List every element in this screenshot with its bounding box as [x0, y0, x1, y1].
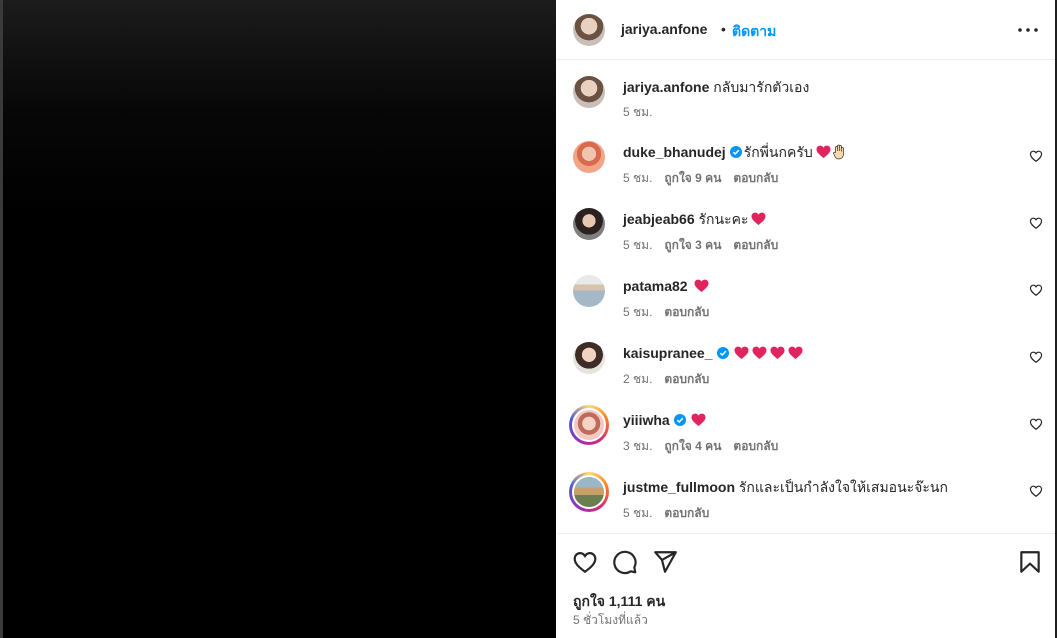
header-separator: • — [721, 21, 726, 37]
comment-meta: 5 ชม. ตอบกลับ — [623, 504, 721, 523]
red-heart-emoji — [694, 279, 709, 292]
comment-text: yiiiwha — [623, 411, 706, 429]
comment-likes[interactable]: ถูกใจ 3 คน — [664, 238, 721, 252]
story-ring-avatar — [572, 475, 606, 509]
comment-text: jeabjeab66 รักนะคะ — [623, 210, 766, 228]
comments-panel: jariya.anfone • ติดตาม jariya.anfone กลั… — [556, 0, 1055, 638]
caption-text: jariya.anfone กลับมารักตัวเอง — [623, 78, 809, 96]
reply-button[interactable]: ตอบกลับ — [733, 171, 778, 185]
more-options-icon[interactable] — [1016, 20, 1040, 40]
comment-time[interactable]: 5 ชม. — [623, 305, 652, 319]
reply-button[interactable]: ตอบกลับ — [664, 372, 709, 386]
comment-meta: 2 ชม. ตอบกลับ — [623, 370, 721, 389]
comment-like-icon[interactable] — [1029, 283, 1043, 297]
caption-body: กลับมารักตัวเอง — [713, 79, 810, 95]
comment-avatar[interactable] — [573, 208, 605, 240]
red-heart-emoji — [788, 346, 802, 359]
comment-meta: 5 ชม. ถูกใจ 9 คน ตอบกลับ — [623, 169, 790, 188]
comment-time[interactable]: 5 ชม. — [623, 171, 652, 185]
red-heart-emoji — [816, 145, 831, 158]
author-avatar[interactable] — [573, 14, 605, 46]
comment-like-icon[interactable] — [1029, 417, 1043, 431]
comment-username[interactable]: kaisupranee_ — [623, 345, 713, 361]
save-icon[interactable] — [1017, 549, 1043, 575]
like-icon[interactable] — [572, 549, 598, 575]
caption-time[interactable]: 5 ชม. — [623, 105, 652, 119]
author-username[interactable]: jariya.anfone — [621, 21, 707, 37]
comment-text: justme_fullmoon รักและเป็นกำลังใจให้เสมอ… — [623, 478, 948, 496]
red-heart-emoji — [691, 413, 706, 426]
verified-badge-icon — [673, 414, 686, 426]
comment-meta: 5 ชม. ถูกใจ 3 คน ตอบกลับ — [623, 236, 790, 255]
share-icon[interactable] — [652, 549, 678, 575]
comment-text: duke_bhanudej รักพี่นกครับ — [623, 143, 846, 161]
comment-icon[interactable] — [612, 549, 638, 575]
story-ring-avatar — [572, 408, 606, 442]
comment-time[interactable]: 5 ชม. — [623, 238, 652, 252]
reply-button[interactable]: ตอบกลับ — [664, 305, 709, 319]
caption-meta: 5 ชม. — [623, 103, 664, 122]
comment-time[interactable]: 2 ชม. — [623, 372, 652, 386]
comment-avatar[interactable] — [573, 141, 605, 173]
follow-button[interactable]: ติดตาม — [732, 21, 776, 43]
caption-username[interactable]: jariya.anfone — [623, 79, 709, 95]
caption-avatar[interactable] — [573, 76, 605, 108]
comment-like-icon[interactable] — [1029, 350, 1043, 364]
reply-button[interactable]: ตอบกลับ — [733, 238, 778, 252]
comment-avatar[interactable] — [573, 342, 605, 374]
post-likes-count[interactable]: ถูกใจ 1,111 คน — [573, 591, 665, 613]
post-media[interactable] — [3, 0, 556, 638]
comment-body: รักนะคะ — [698, 211, 749, 227]
comment-body: รักพี่นกครับ — [743, 144, 813, 160]
comment-likes[interactable]: ถูกใจ 4 คน — [664, 439, 721, 453]
comment-username[interactable]: duke_bhanudej — [623, 144, 726, 160]
comment-body: รักและเป็นกำลังใจให้เสมอนะจ๊ะนก — [738, 479, 948, 495]
comment-username[interactable]: patama82 — [623, 278, 688, 294]
red-heart-emoji — [751, 212, 766, 225]
raised-hand-emoji — [832, 144, 844, 160]
post-timestamp[interactable]: 5 ชั่วโมงที่แล้ว — [573, 611, 648, 630]
post-actions: ถูกใจ 1,111 คน 5 ชั่วโมงที่แล้ว — [556, 533, 1055, 638]
comment-avatar[interactable] — [573, 275, 605, 307]
red-heart-emoji — [752, 346, 766, 359]
reply-button[interactable]: ตอบกลับ — [733, 439, 778, 453]
comment-meta: 5 ชม. ตอบกลับ — [623, 303, 721, 322]
comment-username[interactable]: jeabjeab66 — [623, 211, 695, 227]
comment-username[interactable]: justme_fullmoon — [623, 479, 735, 495]
red-heart-emoji — [734, 346, 748, 359]
comment-like-icon[interactable] — [1029, 149, 1043, 163]
comment-text: kaisupranee_ — [623, 344, 803, 362]
comment-likes[interactable]: ถูกใจ 9 คน — [664, 171, 721, 185]
comment-text: patama82 — [623, 277, 709, 295]
verified-badge-icon — [716, 347, 729, 359]
comment-time[interactable]: 5 ชม. — [623, 506, 652, 520]
reply-button[interactable]: ตอบกลับ — [664, 506, 709, 520]
comment-like-icon[interactable] — [1029, 216, 1043, 230]
comment-time[interactable]: 3 ชม. — [623, 439, 652, 453]
comment-meta: 3 ชม. ถูกใจ 4 คน ตอบกลับ — [623, 437, 790, 456]
comment-username[interactable]: yiiiwha — [623, 412, 670, 428]
comment-avatar[interactable] — [569, 405, 609, 445]
post-header: jariya.anfone • ติดตาม — [556, 0, 1055, 60]
comment-avatar[interactable] — [569, 472, 609, 512]
comment-like-icon[interactable] — [1029, 484, 1043, 498]
verified-badge-icon — [729, 146, 742, 158]
red-heart-emoji — [770, 346, 784, 359]
